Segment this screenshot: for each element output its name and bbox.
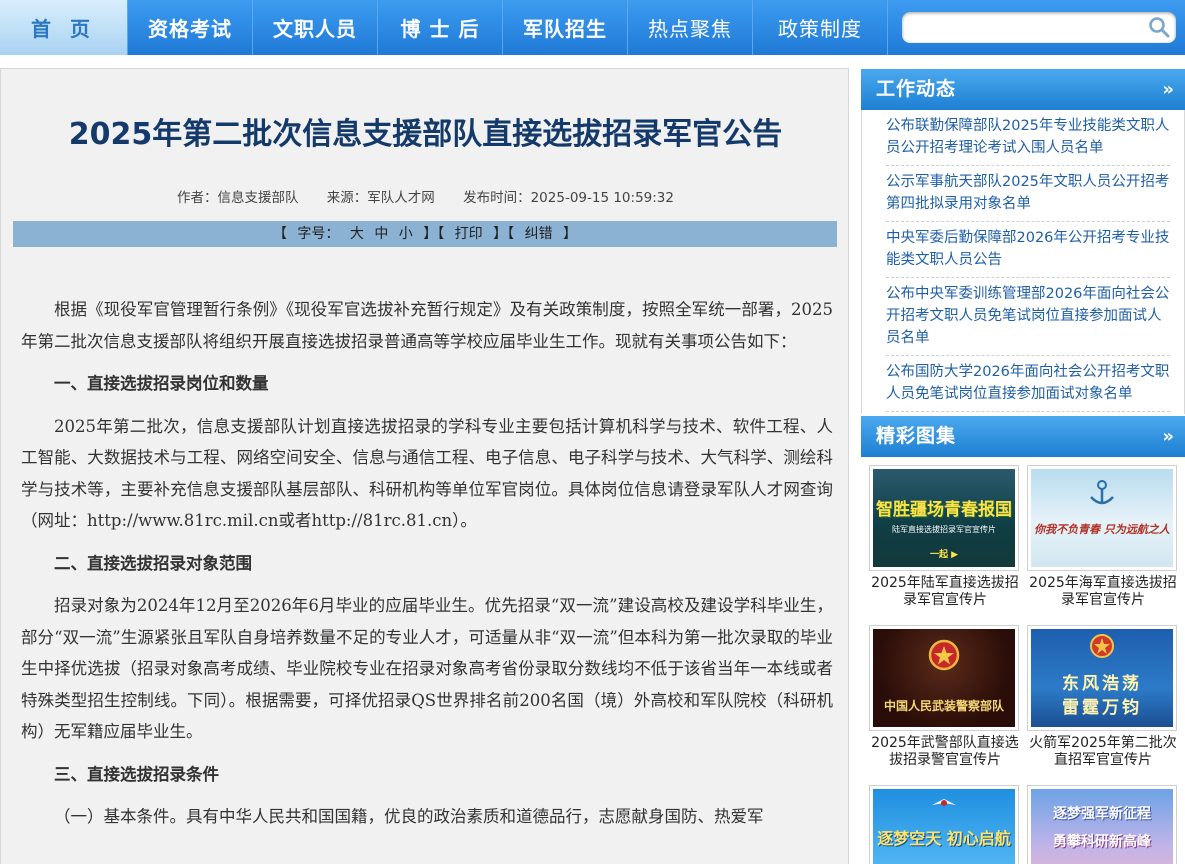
gallery-thumbnail[interactable]: 你我不负青春 只为远航之人	[1027, 465, 1177, 571]
gallery-caption[interactable]: 2025年海军直接选拔招录军官宣传片	[1027, 575, 1179, 609]
banner-text-secondary: 勇攀科研新高峰	[1053, 834, 1151, 850]
search-input[interactable]	[910, 16, 1140, 39]
article-meta: 作者：信息支援部队 来源：军队人才网 发布时间：2025-09-15 10:59…	[1, 186, 850, 206]
gallery-more-icon[interactable]: »	[1162, 416, 1174, 457]
nav-postdoc[interactable]: 博 士 后	[378, 0, 503, 55]
font-size-medium-link[interactable]: 中	[374, 226, 388, 242]
gallery-item[interactable]: 中国人民武装警察部队 2025年武警部队直接选拔招录警官宣传片	[869, 625, 1021, 769]
banner-text: 中国人民武装警察部队	[883, 699, 1004, 713]
article-paragraph: 根据《现役军官管理暂行条例》《现役军官选拔补充暂行规定》及有关政策制度，按照全军…	[21, 300, 833, 351]
gallery-thumbnail[interactable]: 东风浩荡 雷霆万钧	[1027, 625, 1177, 731]
air-force-video-image: 逐梦空天 初心启航	[873, 789, 1015, 864]
work-news-list: 公布联勤保障部队2025年专业技能类文职人员公开招考理论考试入围人员名单 公示军…	[861, 110, 1185, 414]
article-toolbar: 【 字号： 大 中 小 】【 打印 】【 纠错 】	[13, 221, 837, 247]
wings-emblem-icon	[932, 799, 956, 806]
toolbar-bracket: 】【	[423, 226, 445, 242]
toolbar-bracket: 【	[272, 226, 287, 242]
nav-home[interactable]: 首 页	[0, 0, 128, 55]
search-box	[902, 12, 1176, 43]
article-paragraph: 2025年第二批次，信息支援部队计划直接选拔招录的学科专业主要包括计算机科学与技…	[21, 416, 833, 531]
article-publish-time: 发布时间：2025-09-15 10:59:32	[463, 190, 674, 206]
news-item[interactable]: 中央军委后勤保障部2026年公开招考专业技能类文职人员公告	[886, 222, 1170, 278]
banner-text: 逐梦强军新征程	[1053, 806, 1151, 822]
article-body: 根据《现役军官管理暂行条例》《现役军官选拔补充暂行规定》及有关政策制度，按照全军…	[21, 294, 833, 844]
banner-text: 智胜疆场青春报国	[876, 500, 1012, 520]
gallery-header: 精彩图集 »	[861, 416, 1185, 457]
work-news-title: 工作动态	[876, 78, 957, 100]
nav-military-enrollment[interactable]: 军队招生	[503, 0, 628, 55]
news-item[interactable]: 公示军事航天部队2025年文职人员公开招考第四批拟录用对象名单	[886, 166, 1170, 222]
gallery-thumbnail[interactable]: 智胜疆场青春报国 陆军直接选拔招录军官宣传片 一起 ▶	[869, 465, 1019, 571]
print-link[interactable]: 打印	[455, 226, 483, 242]
gallery-item[interactable]: 东风浩荡 雷霆万钧 火箭军2025年第二批次直招军官宣传片	[1027, 625, 1179, 769]
gallery-item[interactable]: 逐梦空天 初心启航	[869, 785, 1021, 864]
gallery-item[interactable]: 智胜疆场青春报国 陆军直接选拔招录军官宣传片 一起 ▶ 2025年陆军直接选拔招…	[869, 465, 1021, 609]
gallery-caption[interactable]: 2025年陆军直接选拔招录军官宣传片	[869, 575, 1021, 609]
banner-subtext: 陆军直接选拔招录军官宣传片	[892, 525, 996, 534]
news-item[interactable]: 公布国防大学2026年面向社会公开招考文职人员免笔试岗位直接参加面试对象名单	[886, 356, 1170, 412]
banner-text: 逐梦空天 初心启航	[877, 829, 1011, 848]
banner-text: 你我不负青春 只为远航之人	[1034, 523, 1170, 536]
gallery-thumbnail[interactable]: 中国人民武装警察部队	[869, 625, 1019, 731]
banner-text-secondary: 雷霆万钧	[1062, 698, 1142, 718]
toolbar-bracket: 】【	[493, 226, 515, 242]
gallery-item[interactable]: 你我不负青春 只为远航之人 2025年海军直接选拔招录军官宣传片	[1027, 465, 1179, 609]
nav-hot-topics[interactable]: 热点聚焦	[628, 0, 753, 55]
work-news-more-icon[interactable]: »	[1162, 69, 1174, 110]
gallery-thumbnail[interactable]: 逐梦空天 初心启航	[869, 785, 1019, 864]
banner-tag: 一起 ▶	[929, 550, 959, 560]
news-item[interactable]: 公布中央军委训练管理部2026年面向社会公开招考文职人员免笔试岗位直接参加面试人…	[886, 278, 1170, 356]
article-author: 作者：信息支援部队	[177, 190, 299, 206]
rocket-force-video-image: 东风浩荡 雷霆万钧	[1031, 629, 1173, 727]
section-heading: 一、直接选拔招录岗位和数量	[54, 374, 269, 393]
top-nav: 首 页 资格考试 文职人员 博 士 后 军队招生 热点聚焦 政策制度	[0, 0, 1185, 55]
armed-police-video-image: 中国人民武装警察部队	[873, 629, 1015, 727]
font-size-small-link[interactable]: 小	[399, 226, 413, 242]
section-heading: 三、直接选拔招录条件	[54, 764, 219, 784]
gallery-grid: 智胜疆场青春报国 陆军直接选拔招录军官宣传片 一起 ▶ 2025年陆军直接选拔招…	[861, 457, 1185, 864]
nav-civilian-staff[interactable]: 文职人员	[253, 0, 378, 55]
nav-qualification-exam[interactable]: 资格考试	[128, 0, 253, 55]
navy-video-image: 你我不负青春 只为远航之人	[1031, 469, 1173, 567]
gallery-caption[interactable]: 火箭军2025年第二批次直招军官宣传片	[1027, 735, 1179, 769]
article-source: 来源：军队人才网	[326, 190, 435, 206]
font-size-label: 字号：	[297, 226, 340, 242]
rocket-force-emblem-icon	[1090, 634, 1114, 658]
information-force-video-image: 逐梦强军新征程 勇攀科研新高峰	[1031, 789, 1173, 864]
article-paragraph: 招录对象为2024年12月至2026年6月毕业的应届毕业生。优先招录“双一流”建…	[21, 596, 833, 741]
anchor-emblem-icon	[1090, 480, 1114, 505]
gallery-item[interactable]: 逐梦强军新征程 勇攀科研新高峰	[1027, 785, 1179, 864]
army-video-image: 智胜疆场青春报国 陆军直接选拔招录军官宣传片 一起 ▶	[873, 469, 1015, 567]
article-title: 2025年第二批次信息支援部队直接选拔招录军官公告	[68, 117, 783, 152]
work-news-header: 工作动态 »	[861, 69, 1185, 110]
gallery-caption[interactable]: 2025年武警部队直接选拔招录警官宣传片	[869, 735, 1021, 769]
search-icon[interactable]	[1147, 15, 1171, 39]
font-size-large-link[interactable]: 大	[350, 226, 364, 242]
gallery-thumbnail[interactable]: 逐梦强军新征程 勇攀科研新高峰	[1027, 785, 1177, 864]
police-emblem-icon	[928, 639, 960, 671]
report-error-link[interactable]: 纠错	[525, 226, 553, 242]
news-item[interactable]: 公布联勤保障部队2025年专业技能类文职人员公开招考理论考试入围人员名单	[886, 110, 1170, 166]
toolbar-bracket: 】	[563, 226, 578, 242]
article-paragraph: （一）基本条件。具有中华人民共和国国籍，优良的政治素质和道德品行，志愿献身国防、…	[54, 807, 764, 826]
section-heading: 二、直接选拔招录对象范围	[54, 553, 252, 573]
article-panel: 2025年第二批次信息支援部队直接选拔招录军官公告 作者：信息支援部队 来源：军…	[0, 68, 849, 864]
gallery-title: 精彩图集	[876, 425, 957, 447]
nav-policy[interactable]: 政策制度	[753, 0, 888, 55]
banner-text: 东风浩荡	[1062, 674, 1142, 694]
